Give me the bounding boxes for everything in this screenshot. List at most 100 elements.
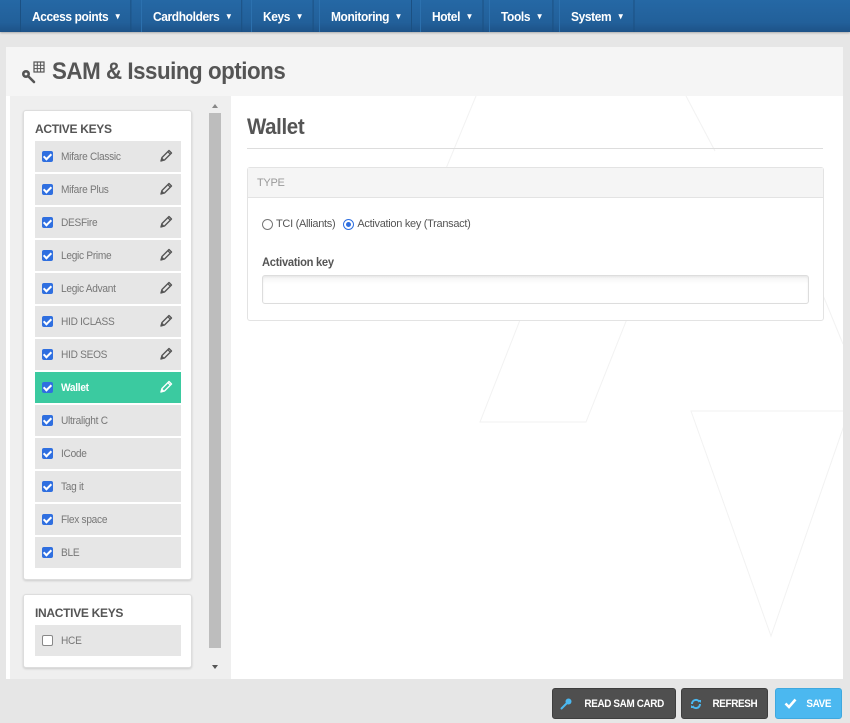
key-item[interactable]: Mifare Plus (35, 174, 181, 205)
key-checkbox[interactable] (42, 514, 53, 525)
nav-hotel[interactable]: Hotel ▾ (420, 0, 484, 32)
pencil-edit-icon[interactable] (159, 314, 173, 328)
key-checkbox[interactable] (42, 250, 53, 261)
key-item[interactable]: HID ICLASS (35, 306, 181, 337)
type-panel: TYPE TCI (Alliants) Activation key (Tran… (247, 167, 824, 321)
key-label: HCE (61, 634, 82, 647)
page-card: SAM & Issuing options ACTIVE KEYS Mifare… (6, 47, 843, 679)
key-checkbox[interactable] (42, 184, 53, 195)
key-checkbox[interactable] (42, 316, 53, 327)
nav-label: Access points (31, 8, 109, 24)
top-navigation: Access points ▾ Cardholders ▾ Keys ▾ Mon… (0, 0, 850, 32)
key-item[interactable]: Legic Advant (35, 273, 181, 304)
pencil-edit-icon[interactable] (159, 215, 173, 229)
key-label: Flex space (61, 513, 108, 526)
chevron-down-icon: ▾ (467, 10, 472, 21)
radio-label-activation-key[interactable]: Activation key (Transact) (357, 218, 470, 230)
scroll-down-arrow-icon[interactable] (212, 665, 218, 669)
key-checkbox[interactable] (42, 151, 53, 162)
key-checkbox[interactable] (42, 481, 53, 492)
radio-label-tci[interactable]: TCI (Alliants) (276, 218, 336, 230)
key-label: DESFire (61, 216, 98, 229)
read-sam-card-label: READ SAM CARD (584, 697, 664, 710)
sidebar-scrollbar[interactable] (207, 96, 225, 679)
nav-label: System (570, 8, 612, 24)
radio-tci-alliants[interactable] (262, 218, 273, 230)
key-item[interactable]: Flex space (35, 504, 181, 535)
key-item[interactable]: HCE (35, 625, 181, 656)
active-keys-title: ACTIVE KEYS (35, 122, 112, 136)
chevron-down-icon: ▾ (396, 10, 401, 21)
refresh-icon (690, 698, 701, 709)
nav-keys[interactable]: Keys ▾ (251, 0, 314, 32)
detail-title: Wallet (247, 114, 305, 139)
nav-system[interactable]: System ▾ (558, 0, 635, 32)
inactive-keys-box: INACTIVE KEYS HCE (23, 594, 192, 668)
keys-sidebar: ACTIVE KEYS Mifare Classic Mifare Plus DES… (10, 96, 231, 679)
key-icon (560, 698, 572, 709)
key-checkbox[interactable] (42, 382, 53, 393)
nav-label: Monitoring (330, 8, 390, 24)
key-item[interactable]: Tag it (35, 471, 181, 502)
key-item[interactable]: DESFire (35, 207, 181, 238)
title-divider (247, 148, 823, 149)
key-item[interactable]: HID SEOS (35, 339, 181, 370)
key-checkbox[interactable] (42, 349, 53, 360)
nav-access-points[interactable]: Access points ▾ (20, 0, 132, 32)
key-label: BLE (61, 546, 80, 559)
pencil-edit-icon[interactable] (159, 149, 173, 163)
key-checkbox[interactable] (42, 547, 53, 558)
key-label: Legic Advant (61, 282, 116, 295)
key-grid-icon (22, 60, 45, 83)
key-checkbox[interactable] (42, 635, 53, 646)
key-item[interactable]: Mifare Classic (35, 141, 181, 172)
pencil-edit-icon[interactable] (159, 182, 173, 196)
key-item[interactable]: ICode (35, 438, 181, 469)
key-checkbox[interactable] (42, 415, 53, 426)
nav-tools[interactable]: Tools ▾ (488, 0, 554, 32)
key-label: HID SEOS (61, 348, 108, 361)
pencil-edit-icon[interactable] (159, 248, 173, 262)
activation-key-label: Activation key (262, 255, 334, 269)
key-label: Mifare Plus (61, 183, 109, 196)
key-item[interactable]: BLE (35, 537, 181, 568)
page-header: SAM & Issuing options (6, 47, 843, 96)
radio-activation-key-transact[interactable] (343, 218, 355, 230)
key-item[interactable]: Legic Prime (35, 240, 181, 271)
chevron-down-icon: ▾ (618, 10, 623, 21)
key-checkbox[interactable] (42, 217, 53, 228)
key-checkbox[interactable] (42, 448, 53, 459)
key-item[interactable]: Ultralight C (35, 405, 181, 436)
save-label: SAVE (806, 697, 832, 710)
chevron-down-icon: ▾ (297, 10, 302, 21)
key-label: Mifare Classic (61, 150, 121, 163)
key-detail-panel: Wallet TYPE TCI (Alliants) Activation ke… (231, 96, 843, 679)
active-keys-box: ACTIVE KEYS Mifare Classic Mifare Plus DES… (23, 110, 192, 580)
key-item[interactable]: Wallet (35, 372, 181, 403)
save-button[interactable]: SAVE (775, 688, 842, 719)
pencil-edit-icon[interactable] (159, 380, 173, 394)
scroll-up-arrow-icon[interactable] (212, 104, 218, 108)
activation-key-input[interactable] (262, 275, 809, 304)
key-label: Wallet (61, 381, 89, 394)
nav-monitoring[interactable]: Monitoring ▾ (318, 0, 413, 32)
scroll-thumb[interactable] (209, 113, 221, 648)
inactive-keys-title: INACTIVE KEYS (35, 606, 124, 620)
key-label: ICode (61, 447, 87, 460)
nav-label: Tools (500, 8, 531, 24)
inactive-keys-list: HCE (24, 625, 191, 656)
chevron-down-icon: ▾ (226, 10, 231, 21)
key-checkbox[interactable] (42, 283, 53, 294)
nav-cardholders[interactable]: Cardholders ▾ (141, 0, 243, 32)
type-radio-group: TCI (Alliants) Activation key (Transact) (262, 218, 479, 230)
read-sam-card-button[interactable]: READ SAM CARD (552, 688, 676, 719)
refresh-button[interactable]: REFRESH (681, 688, 768, 719)
key-label: Ultralight C (61, 414, 108, 427)
pencil-edit-icon[interactable] (159, 281, 173, 295)
nav-label: Hotel (432, 8, 461, 24)
nav-label: Cardholders (153, 8, 220, 24)
key-label: Legic Prime (61, 249, 112, 262)
chevron-down-icon: ▾ (537, 10, 542, 21)
pencil-edit-icon[interactable] (159, 347, 173, 361)
nav-label: Keys (263, 8, 291, 24)
